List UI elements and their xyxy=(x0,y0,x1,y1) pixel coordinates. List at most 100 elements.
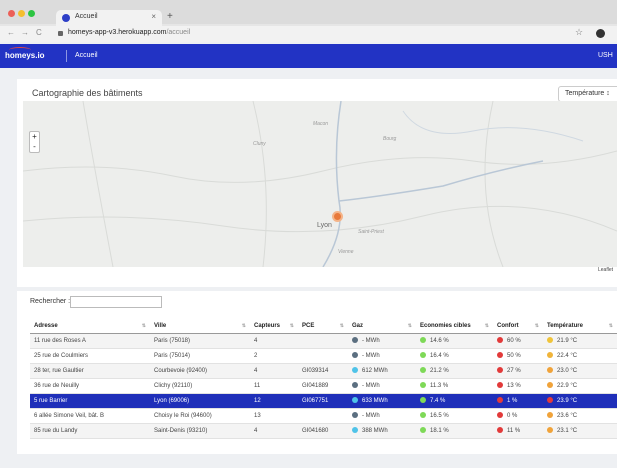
cell-adresse: 5 rue Barrier xyxy=(30,393,150,409)
minimize-window-dot[interactable] xyxy=(18,10,25,17)
search-label: Rechercher : xyxy=(30,298,71,305)
status-dot-icon xyxy=(420,397,426,403)
sort-icon[interactable]: ⇅ xyxy=(535,323,539,329)
cell-adresse: 28 ter, rue Gaultier xyxy=(30,363,150,379)
header-col-economies[interactable]: Economies cibles ⇅ xyxy=(416,319,493,334)
close-window-dot[interactable] xyxy=(8,10,15,17)
app-logo[interactable]: homeys.io xyxy=(5,51,45,60)
status-dot-icon xyxy=(420,352,426,358)
maximize-window-dot[interactable] xyxy=(28,10,35,17)
cell-ville: Courbevoie (92400) xyxy=(150,363,250,379)
table-row[interactable]: 5 rue Barrier Lyon (69006) 12 GI067751 633 M… xyxy=(30,393,617,409)
map-attribution[interactable]: Leaflet xyxy=(598,267,613,273)
cell-temp: 22.9 °C xyxy=(543,378,617,394)
table-row[interactable]: 85 rue du Landy Saint-Denis (93210) 4 GI041… xyxy=(30,423,617,439)
header-label: Confort xyxy=(497,322,519,329)
cell-pce xyxy=(298,408,348,424)
zoom-in-button[interactable]: + xyxy=(30,132,39,142)
search-input[interactable] xyxy=(70,296,162,308)
reload-icon[interactable]: C xyxy=(36,28,42,37)
cell-value: 11.3 % xyxy=(430,383,449,389)
sort-icon[interactable]: ⇅ xyxy=(142,323,146,329)
cell-gaz: 633 MWh xyxy=(348,393,416,409)
header-col-temperature[interactable]: Température ⇅ xyxy=(543,319,617,334)
cell-value: 23.6 °C xyxy=(557,413,578,419)
cell-pce xyxy=(298,348,348,364)
status-dot-icon xyxy=(547,382,553,388)
browser-tab[interactable]: Accueil × xyxy=(56,10,162,26)
forward-icon[interactable]: → xyxy=(21,28,29,37)
header-col-gaz[interactable]: Gaz ⇅ xyxy=(348,319,416,334)
zoom-controls: + - xyxy=(29,131,40,153)
header-col-confort[interactable]: Confort ⇅ xyxy=(493,319,543,334)
cell-value: 27 % xyxy=(507,368,521,374)
status-dot-icon xyxy=(420,412,426,418)
cell-value: - MWh xyxy=(362,353,380,359)
city-label: Lyon xyxy=(317,222,332,229)
table-row[interactable]: 28 ter, rue Gaultier Courbevoie (92400) 4 G… xyxy=(30,363,617,379)
cell-temp: 22.4 °C xyxy=(543,348,617,364)
cell-value: 633 MWh xyxy=(362,398,388,404)
building-map[interactable]: + - Macon Bourg Cluny Saint-Priest Vienn… xyxy=(23,101,617,267)
close-tab-icon[interactable]: × xyxy=(151,12,156,21)
header-col-adresse[interactable]: Adresse ⇅ xyxy=(30,319,150,334)
bookmark-star-icon[interactable]: ☆ xyxy=(575,27,583,38)
status-dot-icon xyxy=(497,412,503,418)
table-row[interactable]: 11 rue des Roses A Paris (75018) 4 - MWh 14.… xyxy=(30,333,617,349)
lock-icon xyxy=(58,31,63,36)
table-row[interactable]: 36 rue de Neuilly Clichy (92110) 11 GI04188… xyxy=(30,378,617,394)
status-dot-icon xyxy=(547,337,553,343)
back-icon[interactable]: ← xyxy=(7,28,15,37)
building-marker[interactable] xyxy=(332,211,343,222)
new-tab-icon[interactable]: + xyxy=(167,11,173,22)
header-col-capteurs[interactable]: Capteurs ⇅ xyxy=(250,319,298,334)
cell-value: - MWh xyxy=(362,383,380,389)
cell-temp: 23.1 °C xyxy=(543,423,617,439)
header-label: PCE xyxy=(302,322,315,329)
tab-title: Accueil xyxy=(75,13,98,20)
status-dot-icon xyxy=(497,337,503,343)
url-field[interactable]: homeys-app-v3.herokuapp.com/accueil xyxy=(68,29,190,36)
app-header: homeys.io Accueil USH xyxy=(0,44,617,68)
table-row[interactable]: 25 rue de Coulmiers Paris (75014) 2 - MWh 16… xyxy=(30,348,617,364)
cell-gaz: - MWh xyxy=(348,348,416,364)
table-row[interactable]: 6 allée Simone Veil, bât. B Choisy le Roi… xyxy=(30,408,617,424)
cell-value: 612 MWh xyxy=(362,368,388,374)
metric-select[interactable]: Température ↕ xyxy=(558,86,617,102)
address-bar: ← → C homeys-app-v3.herokuapp.com/accuei… xyxy=(0,26,617,42)
cell-pce: GI067751 xyxy=(298,393,348,409)
map-place-label: Saint-Priest xyxy=(358,229,384,235)
cell-ville: Paris (75014) xyxy=(150,348,250,364)
cell-eco: 7.4 % xyxy=(416,393,493,409)
sort-icon[interactable]: ⇅ xyxy=(242,323,246,329)
status-dot-icon xyxy=(352,427,358,433)
cell-gaz: 612 MWh xyxy=(348,363,416,379)
header-col-pce[interactable]: PCE ⇅ xyxy=(298,319,348,334)
cell-eco: 21.2 % xyxy=(416,363,493,379)
cell-gaz: 388 MWh xyxy=(348,423,416,439)
sort-icon[interactable]: ⇅ xyxy=(485,323,489,329)
cell-value: 14.6 % xyxy=(430,338,449,344)
cell-value: 23.9 °C xyxy=(557,398,578,404)
header-label: Capteurs xyxy=(254,322,281,329)
header-label: Ville xyxy=(154,322,167,329)
cell-confort: 11 % xyxy=(493,423,543,439)
buildings-table-card: Rechercher : Adresse ⇅ Ville ⇅ Capteurs ⇅ PCE ⇅… xyxy=(17,291,617,454)
cell-value: 21.9 °C xyxy=(557,338,578,344)
cell-value: 50 % xyxy=(507,353,521,359)
header-col-ville[interactable]: Ville ⇅ xyxy=(150,319,250,334)
sort-icon[interactable]: ⇅ xyxy=(290,323,294,329)
status-dot-icon xyxy=(497,367,503,373)
cell-value: 21.2 % xyxy=(430,368,449,374)
profile-avatar-icon[interactable] xyxy=(596,29,605,38)
cell-capteurs: 4 xyxy=(250,423,298,439)
sort-icon[interactable]: ⇅ xyxy=(340,323,344,329)
zoom-out-button[interactable]: - xyxy=(30,142,39,152)
status-dot-icon xyxy=(420,337,426,343)
sort-icon[interactable]: ⇅ xyxy=(609,323,613,329)
nav-home-link[interactable]: Accueil xyxy=(75,52,98,59)
status-dot-icon xyxy=(497,352,503,358)
sort-icon[interactable]: ⇅ xyxy=(408,323,412,329)
cell-value: - MWh xyxy=(362,413,380,419)
user-menu[interactable]: USH xyxy=(598,52,613,59)
